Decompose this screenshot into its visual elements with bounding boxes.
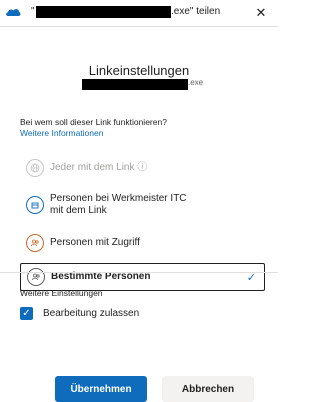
- specific-people-icon: [27, 268, 45, 286]
- globe-icon: [26, 159, 44, 177]
- option-org-with-link[interactable]: Personen bei Werkmeister ITC mit dem Lin…: [20, 188, 265, 222]
- link-settings-panel: Linkeinstellungen .exe Bei wem soll dies…: [0, 26, 278, 402]
- organization-icon: [26, 196, 44, 214]
- redacted-file-name: [82, 79, 188, 90]
- title-quote: ": [31, 6, 35, 17]
- close-icon: ✕: [255, 5, 267, 20]
- file-extension: .exe: [188, 78, 204, 87]
- section-divider: [0, 272, 278, 273]
- apply-button[interactable]: Übernehmen: [55, 376, 147, 402]
- further-settings-heading: Weitere Einstellungen: [20, 288, 103, 298]
- more-info-link[interactable]: Weitere Informationen: [20, 128, 103, 138]
- page-title: Linkeinstellungen: [88, 63, 190, 78]
- close-button[interactable]: ✕: [244, 0, 278, 26]
- share-dialog-window: " .exe" teilen ✕ Linkeinstellungen .exe …: [0, 0, 278, 402]
- audience-question: Bei wem soll dieser Link funktionieren?: [20, 117, 167, 127]
- option-anyone-with-link[interactable]: Jeder mit dem Link ⓘ: [20, 155, 265, 181]
- onedrive-cloud-icon: [6, 9, 21, 16]
- option-label: Jeder mit dem Link ⓘ: [50, 162, 148, 173]
- option-specific-people[interactable]: Bestimmte Personen ✓: [20, 263, 265, 291]
- option-label: Personen bei Werkmeister ITC mit dem Lin…: [50, 193, 187, 216]
- allow-edit-label: Bearbeitung zulassen: [43, 308, 140, 319]
- checkbox-check-icon: ✓: [22, 308, 31, 319]
- window-titlebar: " .exe" teilen ✕: [0, 0, 278, 26]
- option-label: Personen mit Zugriff: [50, 237, 140, 248]
- people-access-icon: [26, 234, 44, 252]
- title-suffix: .exe" teilen: [171, 6, 221, 17]
- cancel-button[interactable]: Abbrechen: [162, 376, 254, 402]
- redacted-filename: [36, 6, 171, 18]
- option-people-with-access[interactable]: Personen mit Zugriff: [20, 230, 265, 256]
- allow-edit-checkbox[interactable]: ✓: [20, 307, 33, 320]
